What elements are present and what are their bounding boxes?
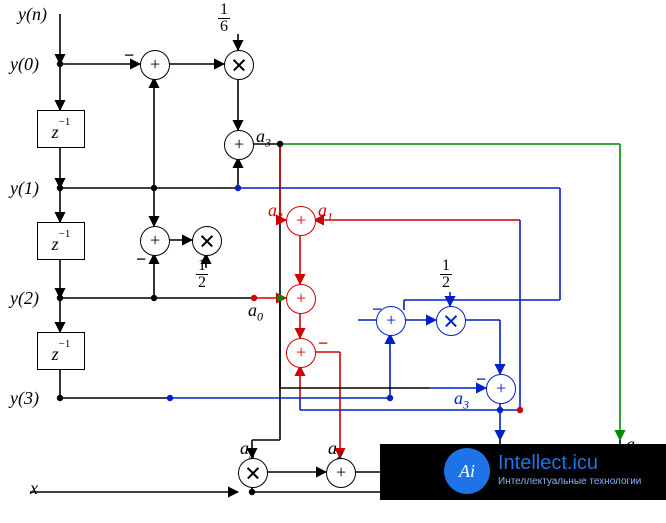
watermark-badge: Ai bbox=[444, 448, 490, 494]
label-a0-mid: a0 bbox=[248, 300, 263, 325]
mul-h1 bbox=[238, 458, 268, 488]
mul-1-2b bbox=[436, 306, 466, 336]
adder-red-a0: + bbox=[286, 284, 316, 314]
label-a3-red: a3 bbox=[268, 200, 283, 225]
mul-1-2a bbox=[192, 226, 222, 256]
label-yn: y(n) bbox=[18, 4, 47, 25]
label-a1-red: a1 bbox=[318, 200, 333, 225]
delay-3: z−1 bbox=[37, 332, 85, 370]
adder-red-a2: + bbox=[286, 338, 316, 368]
watermark-sub: Интеллектуальные технологии bbox=[498, 476, 641, 487]
label-y0: y(0) bbox=[10, 54, 39, 75]
adder-a3: + bbox=[224, 130, 254, 160]
adder-h1: + bbox=[326, 458, 356, 488]
label-y2: y(2) bbox=[10, 288, 39, 309]
adder-mid: + bbox=[140, 226, 170, 256]
sign-minus-1: − bbox=[124, 46, 134, 64]
adder-red-top: + bbox=[286, 206, 316, 236]
adder-blue-a1: + bbox=[486, 374, 516, 404]
label-a3-blue: a3 bbox=[454, 388, 469, 413]
delay-1: z−1 bbox=[37, 110, 85, 148]
adder-top: + bbox=[140, 50, 170, 80]
sign-minus-5: − bbox=[476, 370, 486, 388]
label-a3-top: a3 bbox=[256, 126, 271, 151]
sign-minus-3: − bbox=[318, 334, 328, 352]
const-1-2-a: 12 bbox=[196, 258, 208, 292]
const-1-6: 16 bbox=[218, 2, 230, 36]
const-1-2-b: 12 bbox=[440, 258, 452, 292]
adder-blue-1: + bbox=[376, 306, 406, 336]
label-x: x bbox=[30, 478, 38, 499]
label-y3: y(3) bbox=[10, 388, 39, 409]
label-y1: y(1) bbox=[10, 178, 39, 199]
watermark: Ai Intellect.icu Интеллектуальные технол… bbox=[380, 444, 666, 500]
delay-2: z−1 bbox=[37, 222, 85, 260]
mul-1-6 bbox=[224, 50, 254, 80]
watermark-title: Intellect.icu bbox=[498, 452, 598, 475]
